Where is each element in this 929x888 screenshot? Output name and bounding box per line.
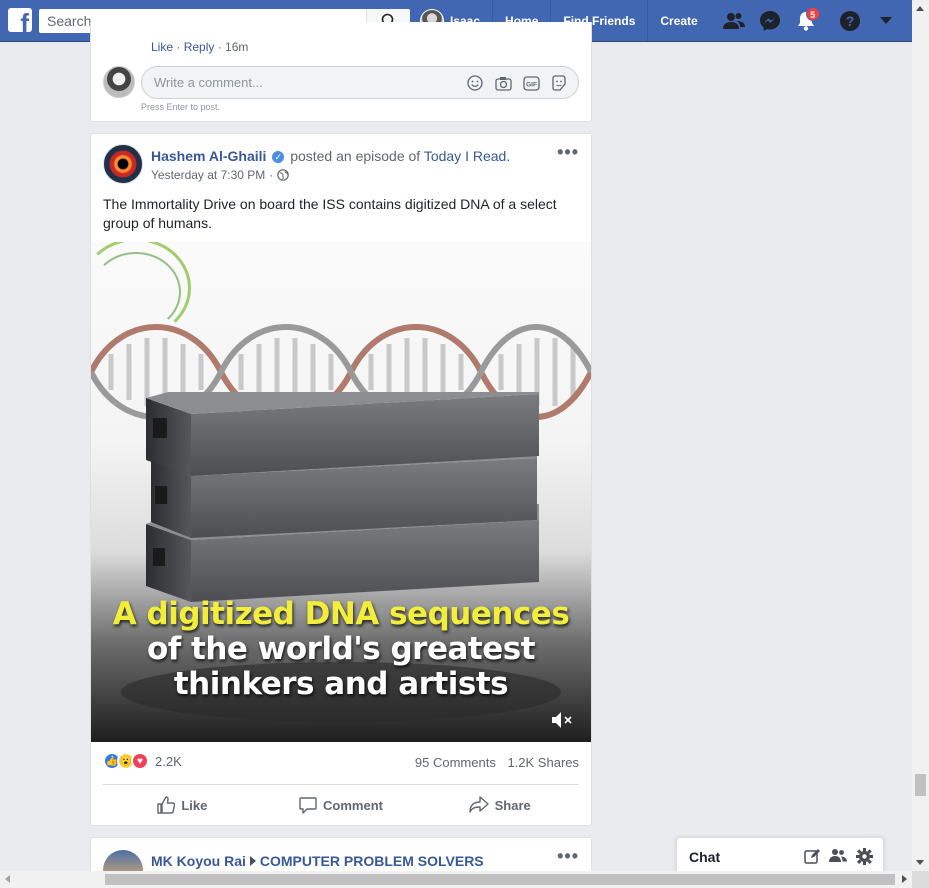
- help-button[interactable]: ?: [832, 0, 868, 42]
- thumbs-up-icon: [157, 796, 176, 814]
- next-post-group-link[interactable]: COMPUTER PROBLEM SOLVERS: [260, 853, 484, 869]
- scroll-down-arrow-icon[interactable]: [916, 860, 924, 865]
- globe-icon: [277, 169, 290, 181]
- share-label: Share: [494, 797, 531, 813]
- post-actions: Like Comment Share: [103, 790, 579, 820]
- press-enter-hint: Press Enter to post.: [141, 102, 221, 112]
- author-avatar[interactable]: [103, 144, 143, 184]
- chat-settings-button[interactable]: [855, 847, 873, 865]
- vertical-scrollbar[interactable]: [912, 0, 929, 871]
- comment-button[interactable]: Comment: [262, 790, 421, 820]
- comment-reply-link[interactable]: Reply: [184, 40, 215, 54]
- emoji-icon: [467, 75, 483, 91]
- feed-post: Hashem Al-Ghaili ✓ posted an episode of …: [90, 133, 592, 826]
- verified-badge-icon: ✓: [272, 151, 285, 163]
- post-stats: 95 Comments 1.2K Shares: [415, 755, 579, 770]
- comment-composer: GIF: [141, 66, 579, 99]
- post-timestamp: Yesterday at 7:30 PM ·: [151, 168, 290, 182]
- reactions-summary[interactable]: 👍 😮 ♥ 2.2K: [103, 752, 182, 770]
- messenger-button[interactable]: [752, 0, 788, 42]
- comment-time: 16m: [225, 40, 249, 54]
- facebook-logo-icon[interactable]: f: [8, 8, 32, 32]
- gear-icon: [855, 847, 873, 865]
- horizontal-scroll-thumb[interactable]: [105, 874, 895, 885]
- chat-tab[interactable]: Chat: [676, 837, 884, 873]
- love-reaction-icon: ♥: [131, 752, 149, 770]
- video-caption-line-3: thinkers and artists: [173, 666, 509, 702]
- horizontal-scrollbar[interactable]: [0, 871, 912, 888]
- like-label: Like: [181, 797, 208, 813]
- comment-like-link[interactable]: Like: [151, 40, 173, 54]
- comments-count-link[interactable]: 95 Comments: [415, 755, 496, 770]
- photo-button[interactable]: [494, 74, 512, 92]
- svg-text:GIF: GIF: [526, 81, 537, 88]
- gif-button[interactable]: GIF: [522, 74, 540, 92]
- avatar: [103, 66, 135, 98]
- new-group-button[interactable]: [829, 847, 847, 865]
- reactions-count: 2.2K: [155, 753, 182, 769]
- divider: [103, 784, 579, 785]
- chat-label: Chat: [689, 849, 721, 865]
- compose-icon: [803, 848, 820, 864]
- svg-text:?: ?: [845, 13, 854, 29]
- emoji-button[interactable]: [466, 74, 484, 92]
- help-icon: ?: [839, 11, 860, 31]
- notifications-button[interactable]: 5: [788, 0, 824, 42]
- scrollbar-corner: [912, 871, 929, 888]
- chat-tools: [803, 847, 873, 865]
- share-icon: [468, 796, 489, 813]
- group-icon: [829, 849, 847, 862]
- comment-meta: Like · Reply · 16m: [151, 40, 249, 54]
- sticker-button[interactable]: [550, 74, 568, 92]
- account-menu-button[interactable]: [868, 0, 904, 42]
- scroll-up-arrow-icon[interactable]: [916, 6, 924, 11]
- arrow-right-icon: [249, 856, 256, 866]
- new-message-button[interactable]: [803, 847, 821, 865]
- comment-label: Comment: [323, 797, 383, 813]
- post-page-link[interactable]: Today I Read.: [424, 148, 510, 164]
- share-button[interactable]: Share: [420, 790, 579, 820]
- sticker-icon: [552, 75, 566, 91]
- composer-tools: GIF: [466, 74, 568, 92]
- friend-requests-button[interactable]: [716, 0, 752, 42]
- post-action-text: posted an episode of: [290, 148, 421, 164]
- friend-requests-icon: [722, 13, 745, 29]
- muted-speaker-icon: [552, 712, 572, 728]
- post-text: The Immortality Drive on board the ISS c…: [103, 196, 557, 231]
- shares-count-link[interactable]: 1.2K Shares: [507, 755, 579, 770]
- unmute-button[interactable]: [551, 710, 573, 730]
- post-author-link[interactable]: Hashem Al-Ghaili: [151, 148, 266, 164]
- comment-icon: [299, 797, 317, 814]
- video-caption-line-2: of the world's greatest: [146, 631, 536, 667]
- post-options-button[interactable]: •••: [557, 846, 579, 867]
- messenger-icon: [759, 11, 780, 31]
- like-button[interactable]: Like: [103, 790, 262, 820]
- next-post-author-link[interactable]: MK Koyou Rai: [151, 853, 246, 869]
- vertical-scroll-thumb[interactable]: [915, 774, 926, 796]
- video-player[interactable]: A digitized DNA sequences of the world's…: [91, 242, 591, 742]
- chevron-down-icon: [879, 17, 892, 24]
- post-header: Hashem Al-Ghaili ✓ posted an episode of …: [151, 148, 510, 164]
- previous-post-comments: Like · Reply · 16m GIF Press Enter to po…: [90, 22, 592, 122]
- comment-input[interactable]: [142, 67, 442, 98]
- post-time-link[interactable]: Yesterday at 7:30 PM: [151, 168, 265, 182]
- next-post-header: MK Koyou Rai COMPUTER PROBLEM SOLVERS: [151, 853, 484, 869]
- scroll-right-arrow-icon[interactable]: [902, 875, 907, 883]
- video-caption-line-1: A digitized DNA sequences: [112, 596, 570, 632]
- camera-icon: [494, 76, 512, 91]
- scroll-left-arrow-icon[interactable]: [5, 875, 10, 883]
- gif-icon: GIF: [522, 75, 540, 91]
- post-options-button[interactable]: •••: [557, 142, 579, 163]
- nav-create[interactable]: Create: [647, 0, 709, 42]
- notification-badge: 5: [805, 7, 820, 21]
